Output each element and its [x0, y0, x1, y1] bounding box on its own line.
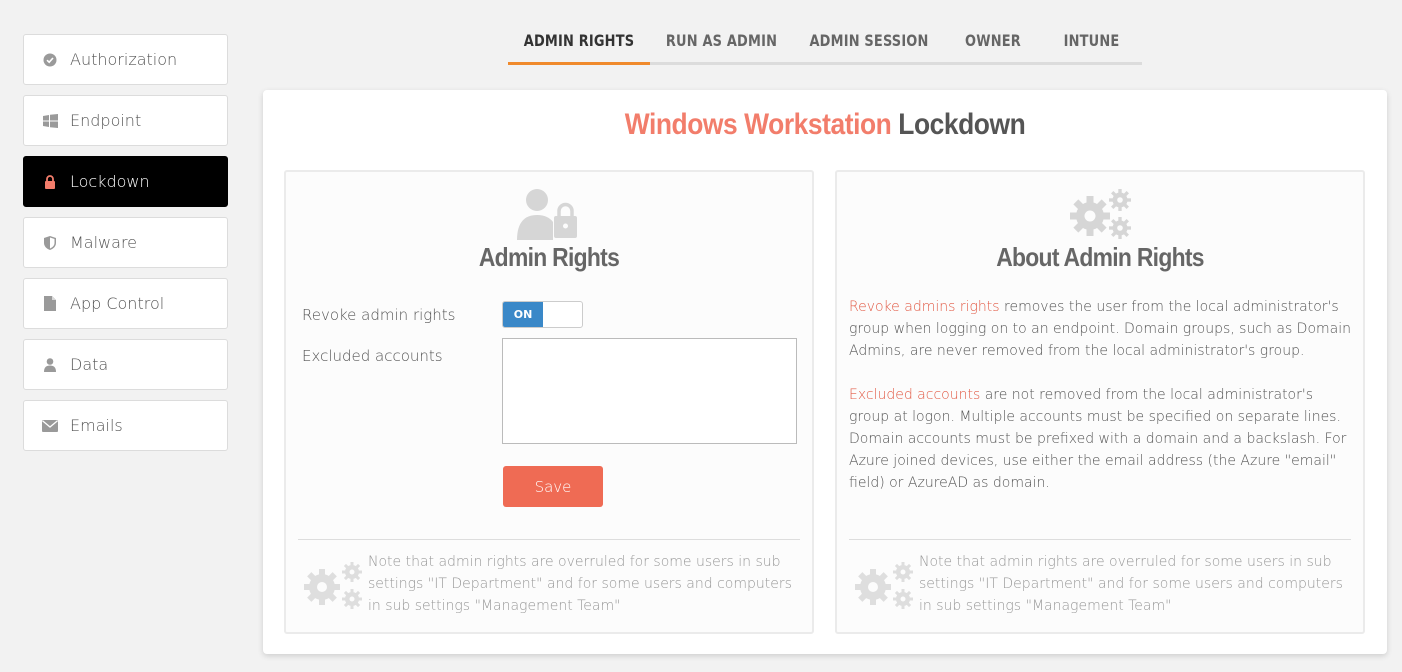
tab-owner[interactable]: OWNER: [950, 27, 1036, 62]
revoke-label: Revoke admin rights: [302, 306, 456, 324]
gears-icon: [302, 551, 368, 617]
note-text: Note that admin rights are overruled for…: [919, 554, 1343, 614]
page-title-rest: Lockdown: [898, 108, 1026, 141]
highlight-revoke: Revoke admins rights: [849, 299, 1000, 315]
panel-title: About Admin Rights: [996, 242, 1204, 272]
sidebar-item-label: App Control: [70, 294, 165, 313]
shield-icon: [42, 235, 58, 251]
note-text: Note that admin rights are overruled for…: [368, 554, 792, 614]
about-paragraph-excluded: Excluded accounts are not removed from t…: [849, 384, 1351, 494]
sidebar-item-endpoint[interactable]: Endpoint: [23, 95, 228, 146]
check-circle-icon: [42, 52, 58, 68]
settings-card: Windows Workstation Lockdown Admin Right…: [263, 90, 1387, 654]
divider: [298, 539, 800, 540]
toggle-on-label: ON: [503, 302, 543, 327]
note: Note that admin rights are overruled for…: [853, 551, 1351, 617]
tab-intune[interactable]: INTUNE: [1046, 27, 1137, 62]
sidebar-item-label: Authorization: [70, 50, 178, 69]
revoke-admin-rights-toggle[interactable]: ON: [502, 301, 583, 328]
envelope-icon: [42, 418, 58, 434]
excluded-label: Excluded accounts: [302, 347, 443, 365]
lock-icon: [42, 174, 58, 190]
sidebar-item-malware[interactable]: Malware: [23, 217, 228, 268]
note: Note that admin rights are overruled for…: [302, 551, 800, 617]
sidebar-item-label: Endpoint: [70, 111, 142, 130]
user-lock-icon: [517, 188, 581, 244]
tab-run-as-admin[interactable]: RUN AS ADMIN: [657, 27, 786, 62]
sidebar-item-label: Lockdown: [70, 172, 150, 191]
about-text: Revoke admins rights removes the user fr…: [849, 296, 1351, 516]
sidebar-item-authorization[interactable]: Authorization: [23, 34, 228, 85]
sidebar: Authorization Endpoint Lockdown Malware …: [23, 34, 228, 461]
sidebar-item-app-control[interactable]: App Control: [23, 278, 228, 329]
excluded-accounts-input[interactable]: [502, 338, 797, 444]
tab-bar: ADMIN RIGHTS RUN AS ADMIN ADMIN SESSION …: [508, 27, 1142, 65]
panel-title: Admin Rights: [478, 242, 620, 272]
divider: [849, 539, 1351, 540]
gears-icon: [853, 551, 919, 617]
save-button[interactable]: Save: [503, 466, 603, 507]
gears-icon: [1068, 188, 1132, 244]
sidebar-item-emails[interactable]: Emails: [23, 400, 228, 451]
windows-icon: [42, 113, 58, 129]
highlight-excluded: Excluded accounts: [849, 387, 981, 403]
tab-admin-session[interactable]: ADMIN SESSION: [801, 27, 938, 62]
admin-rights-panel: Admin Rights Revoke admin rights ON Excl…: [284, 170, 814, 634]
about-paragraph-revoke: Revoke admins rights removes the user fr…: [849, 296, 1351, 362]
sidebar-item-lockdown[interactable]: Lockdown: [23, 156, 228, 207]
page-title-accent: Windows Workstation: [624, 108, 892, 141]
about-admin-rights-panel: About Admin Rights Revoke admins rights …: [835, 170, 1365, 634]
user-icon: [42, 357, 58, 373]
tab-admin-rights[interactable]: ADMIN RIGHTS: [515, 27, 643, 62]
page-title: Windows Workstation Lockdown: [330, 108, 1319, 142]
file-icon: [42, 296, 58, 312]
sidebar-item-label: Malware: [70, 233, 138, 252]
sidebar-item-label: Emails: [70, 416, 123, 435]
sidebar-item-label: Data: [70, 355, 109, 374]
active-tab-indicator: [508, 62, 650, 65]
sidebar-item-data[interactable]: Data: [23, 339, 228, 390]
